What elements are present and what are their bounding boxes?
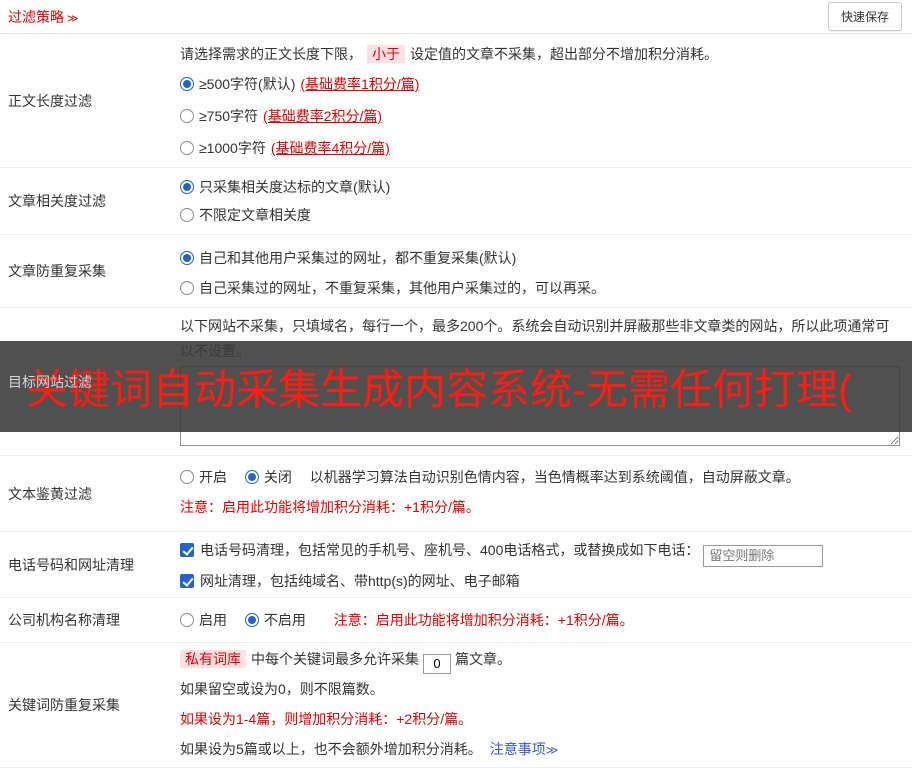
site-filter-label: 目标网站过滤 [8,373,92,390]
page-title[interactable]: 过滤策略 ≫ [8,7,79,27]
keyword-dedup-line2: 如果留空或设为0，则不限篇数。 [180,681,384,697]
radio-icon[interactable] [180,141,194,155]
phone-clean-checkbox[interactable] [180,543,194,557]
url-clean-row: 网址清理，包括纯域名、带http(s)的网址、电子邮箱 [180,567,902,596]
smaller-than-badge: 小于 [367,45,405,63]
page-title-text: 过滤策略 [8,8,64,25]
replacement-phone-input[interactable] [703,544,824,567]
radio-icon[interactable] [180,470,194,484]
section-relevance-filter: 文章相关度过滤 只采集相关度达标的文章(默认) 不限定文章相关度 [0,168,912,235]
porn-filter-on-option[interactable]: 开启 [180,469,231,485]
top-bar: 过滤策略 ≫ 快速保存 [0,0,912,34]
max-collect-count-input[interactable] [423,653,451,674]
radio-icon[interactable] [180,109,194,123]
notes-link[interactable]: 注意事项≫ [490,741,559,757]
radio-icon[interactable] [180,180,194,194]
length-option-750[interactable]: ≥750字符 (基础费率2积分/篇) [180,100,902,132]
porn-filter-off-option[interactable]: 关闭 [244,469,296,485]
phone-url-clean-label: 电话号码和网址清理 [8,556,134,573]
porn-filter-note: 注意：启用此功能将增加积分消耗：+1积分/篇。 [180,499,480,515]
section-company-clean: 公司机构名称清理 启用 不启用 注意：启用此功能将增加积分消耗：+1积分/篇。 [0,598,912,643]
keyword-dedup-line4: 如果设为5篇或以上，也不会额外增加积分消耗。 注意事项≫ [180,741,559,757]
fee-note: (基础费率1积分/篇) [300,76,420,92]
section-article-dedup: 文章防重复采集 自己和其他用户采集过的网址，都不重复采集(默认) 自己采集过的网… [0,235,912,308]
relevance-filter-label: 文章相关度过滤 [8,193,106,209]
length-option-500[interactable]: ≥500字符(默认) (基础费率1积分/篇) [180,68,902,100]
dedup-option-own[interactable]: 自己采集过的网址，不重复采集，其他用户采集过的，可以再采。 [180,273,902,303]
article-dedup-label: 文章防重复采集 [8,263,106,279]
section-porn-filter: 文本鉴黄过滤 开启 关闭 以机器学习算法自动识别色情内容，当色情概率达到系统阈值… [0,456,912,532]
keyword-dedup-line3: 如果设为1-4篇，则增加积分消耗：+2积分/篇。 [180,711,473,727]
radio-icon[interactable] [180,281,194,295]
keyword-dedup-label: 关键词防重复采集 [8,697,120,713]
quick-save-button[interactable]: 快速保存 [827,2,902,31]
porn-filter-label: 文本鉴黄过滤 [8,485,92,502]
radio-icon[interactable] [244,613,259,627]
company-clean-label: 公司机构名称清理 [8,612,120,628]
dedup-option-global[interactable]: 自己和其他用户采集过的网址，都不重复采集(默认) [180,243,902,273]
relevance-option-strict[interactable]: 只采集相关度达标的文章(默认) [180,173,902,201]
company-clean-note: 注意：启用此功能将增加积分消耗：+1积分/篇。 [333,612,634,628]
radio-icon[interactable] [244,470,259,484]
relevance-option-any[interactable]: 不限定文章相关度 [180,201,902,229]
fee-note: (基础费率4积分/篇) [270,140,390,156]
private-lexicon-badge: 私有词库 [180,650,246,668]
section-phone-url-clean: 电话号码和网址清理 电话号码清理，包括常见的手机号、座机号、400电话格式，或替… [0,532,912,598]
radio-icon[interactable] [180,208,194,222]
double-chevron-icon: ≫ [67,12,79,25]
radio-icon[interactable] [180,613,194,627]
length-filter-desc: 请选择需求的正文长度下限， 小于 设定值的文章不采集，超出部分不增加积分消耗。 [180,45,718,63]
fee-note: (基础费率2积分/篇) [263,108,383,124]
radio-icon[interactable] [180,251,194,265]
phone-clean-row: 电话号码清理，包括常见的手机号、座机号、400电话格式，或替换成如下电话： [180,536,902,567]
length-filter-label: 正文长度过滤 [8,92,92,109]
porn-filter-desc: 以机器学习算法自动识别色情内容，当色情概率达到系统阈值，自动屏蔽文章。 [309,469,800,485]
length-option-1000[interactable]: ≥1000字符 (基础费率4积分/篇) [180,132,902,164]
company-clean-off-option[interactable]: 不启用 [244,612,310,628]
section-length-filter: 正文长度过滤 请选择需求的正文长度下限， 小于 设定值的文章不采集，超出部分不增加积… [0,34,912,168]
company-clean-on-option[interactable]: 启用 [180,612,231,628]
radio-icon[interactable] [180,77,194,91]
double-chevron-icon: ≫ [545,743,559,757]
keyword-dedup-line1: 私有词库中每个关键词最多允许采集篇文章。 [180,644,902,674]
url-clean-checkbox[interactable] [180,573,194,588]
section-keyword-dedup: 关键词防重复采集 私有词库中每个关键词最多允许采集篇文章。 如果留空或设为0，则… [0,643,912,768]
